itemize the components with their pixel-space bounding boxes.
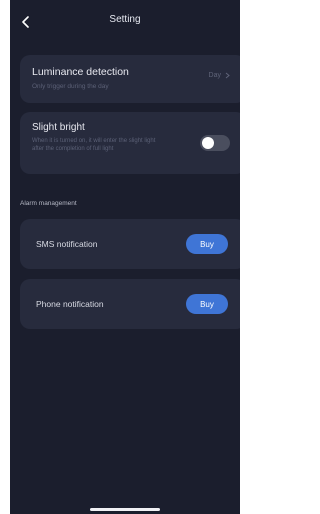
sms-notification-row: SMS notification Buy xyxy=(20,219,240,269)
header: Setting xyxy=(10,8,240,34)
toggle-knob xyxy=(202,137,214,149)
settings-screen: Setting Luminance detection Only trigger… xyxy=(10,0,240,514)
slight-bright-title: Slight bright xyxy=(32,122,85,133)
phone-notification-row: Phone notification Buy xyxy=(20,279,240,329)
luminance-subtitle: Only trigger during the day xyxy=(32,83,109,90)
luminance-value: Day xyxy=(208,72,221,79)
luminance-value-selector[interactable]: Day xyxy=(209,72,230,79)
alarm-management-label: Alarm management xyxy=(20,200,77,207)
slight-bright-toggle[interactable] xyxy=(200,135,230,151)
sms-buy-button[interactable]: Buy xyxy=(186,234,228,254)
luminance-detection-row[interactable]: Luminance detection Only trigger during … xyxy=(20,55,240,103)
phone-notification-label: Phone notification xyxy=(36,299,104,309)
page-title: Setting xyxy=(109,14,141,25)
sms-notification-label: SMS notification xyxy=(36,239,98,249)
slight-bright-row: Slight bright When it is turned on, it w… xyxy=(20,112,240,174)
phone-buy-button[interactable]: Buy xyxy=(186,294,228,314)
slight-bright-description: When it is turned on, it will enter the … xyxy=(32,138,156,152)
home-indicator xyxy=(90,508,160,511)
luminance-title: Luminance detection xyxy=(32,66,129,78)
chevron-right-icon xyxy=(225,72,230,79)
